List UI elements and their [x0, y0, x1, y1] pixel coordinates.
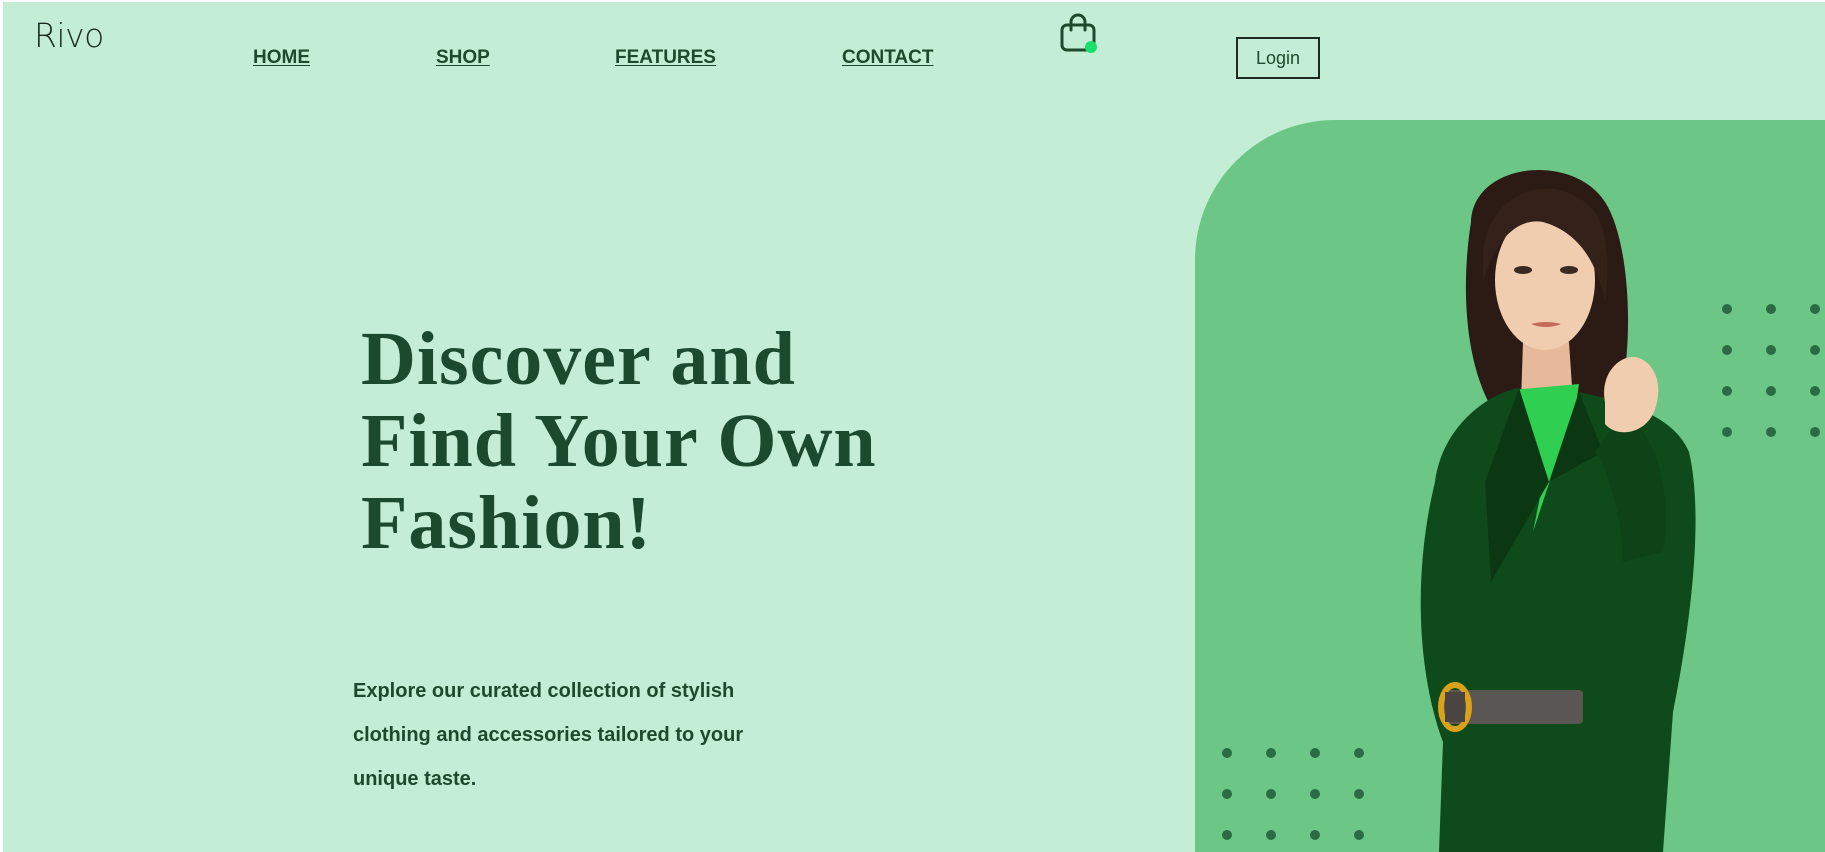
landing-page: Rivo HOME SHOP FEATURES CONTACT Login Di… — [3, 2, 1825, 852]
decorative-dot — [1766, 427, 1776, 437]
login-button[interactable]: Login — [1236, 37, 1320, 79]
hero-headline: Discover and Find Your Own Fashion! — [361, 318, 921, 564]
headline-line-2: Find Your Own — [361, 399, 877, 483]
decorative-dot — [1766, 386, 1776, 396]
shopping-bag-icon — [1060, 13, 1097, 53]
hero-model-image — [1420, 169, 1696, 852]
decorative-dot — [1810, 427, 1820, 437]
nav-link-features[interactable]: FEATURES — [615, 47, 716, 69]
nav-link-contact[interactable]: CONTACT — [842, 47, 933, 69]
decorative-dot — [1354, 748, 1364, 758]
decorative-dot — [1810, 386, 1820, 396]
decorative-dot — [1354, 830, 1364, 840]
nav-link-shop[interactable]: SHOP — [436, 47, 490, 69]
cart-badge — [1085, 41, 1097, 53]
decorative-dot — [1222, 789, 1232, 799]
decorative-dot — [1354, 789, 1364, 799]
decorative-dot — [1810, 304, 1820, 314]
decorative-dot — [1222, 830, 1232, 840]
decorative-dot — [1810, 345, 1820, 355]
decorative-dot — [1766, 304, 1776, 314]
decorative-dot — [1310, 748, 1320, 758]
brand-logo[interactable]: Rivo — [34, 16, 104, 55]
cart-button[interactable] — [1060, 12, 1100, 56]
hero-description: Explore our curated collection of stylis… — [353, 680, 744, 790]
nav-link-home[interactable]: HOME — [253, 47, 310, 69]
decorative-dot — [1310, 789, 1320, 799]
headline-line-1: Discover and — [361, 317, 796, 401]
decorative-dot — [1766, 345, 1776, 355]
decorative-dot — [1266, 830, 1276, 840]
headline-line-3: Fashion! — [361, 481, 652, 565]
decorative-dot — [1310, 830, 1320, 840]
decorative-dot — [1266, 748, 1276, 758]
decorative-dot — [1222, 748, 1232, 758]
decorative-dot — [1266, 789, 1276, 799]
